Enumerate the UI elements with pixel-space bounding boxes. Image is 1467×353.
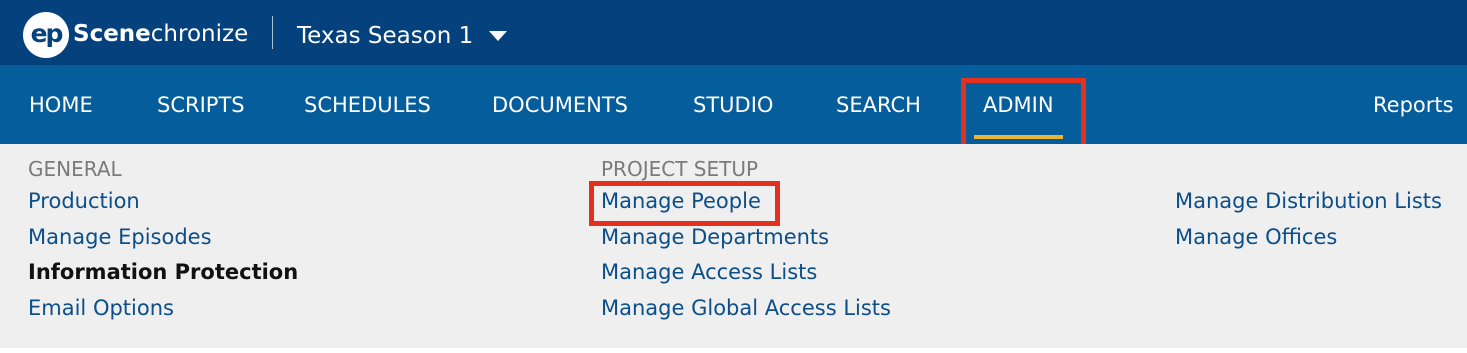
nav-documents[interactable]: DOCUMENTS [492,65,628,144]
active-indicator [974,135,1063,139]
nav-reports[interactable]: Reports [1373,65,1454,144]
link-manage-offices[interactable]: Manage Offices [1175,220,1442,256]
nav-search[interactable]: SEARCH [836,65,921,144]
nav-admin[interactable]: ADMIN [974,65,1063,144]
nav-scripts[interactable]: SCRIPTS [157,65,245,144]
logo-icon[interactable]: ep [23,12,69,58]
project-name: Texas Season 1 [297,23,474,49]
third-column: Manage Distribution Lists Manage Offices [1175,154,1442,255]
panel-bottom-edge [0,348,1467,353]
link-email-options[interactable]: Email Options [28,291,298,327]
link-manage-access-lists[interactable]: Manage Access Lists [601,255,891,291]
link-manage-episodes[interactable]: Manage Episodes [28,220,298,256]
link-production[interactable]: Production [28,184,298,220]
project-setup-column: PROJECT SETUP Manage People Manage Depar… [601,154,891,326]
general-column: GENERAL Production Manage Episodes Infor… [28,154,298,326]
column-spacer [1175,154,1442,184]
nav-admin-label: ADMIN [983,93,1054,117]
top-bar: ep Scenechronize Texas Season 1 [0,0,1467,65]
main-nav: HOME SCRIPTS SCHEDULES DOCUMENTS STUDIO … [0,65,1467,144]
link-manage-global-access-lists[interactable]: Manage Global Access Lists [601,291,891,327]
brand-name-rest: chronize [150,21,249,47]
brand-name-bold: Scene [73,21,151,47]
link-information-protection[interactable]: Information Protection [28,255,298,291]
link-manage-departments[interactable]: Manage Departments [601,220,891,256]
link-manage-distribution-lists[interactable]: Manage Distribution Lists [1175,184,1442,220]
nav-studio[interactable]: STUDIO [693,65,773,144]
brand-name[interactable]: Scenechronize [73,19,248,49]
general-heading: GENERAL [28,157,122,181]
divider [272,16,273,49]
nav-home[interactable]: HOME [29,65,93,144]
nav-schedules[interactable]: SCHEDULES [304,65,431,144]
project-setup-heading: PROJECT SETUP [601,157,759,181]
link-manage-people[interactable]: Manage People [601,184,891,220]
caret-down-icon[interactable] [489,31,508,41]
project-selector[interactable]: Texas Season 1 [297,20,508,52]
